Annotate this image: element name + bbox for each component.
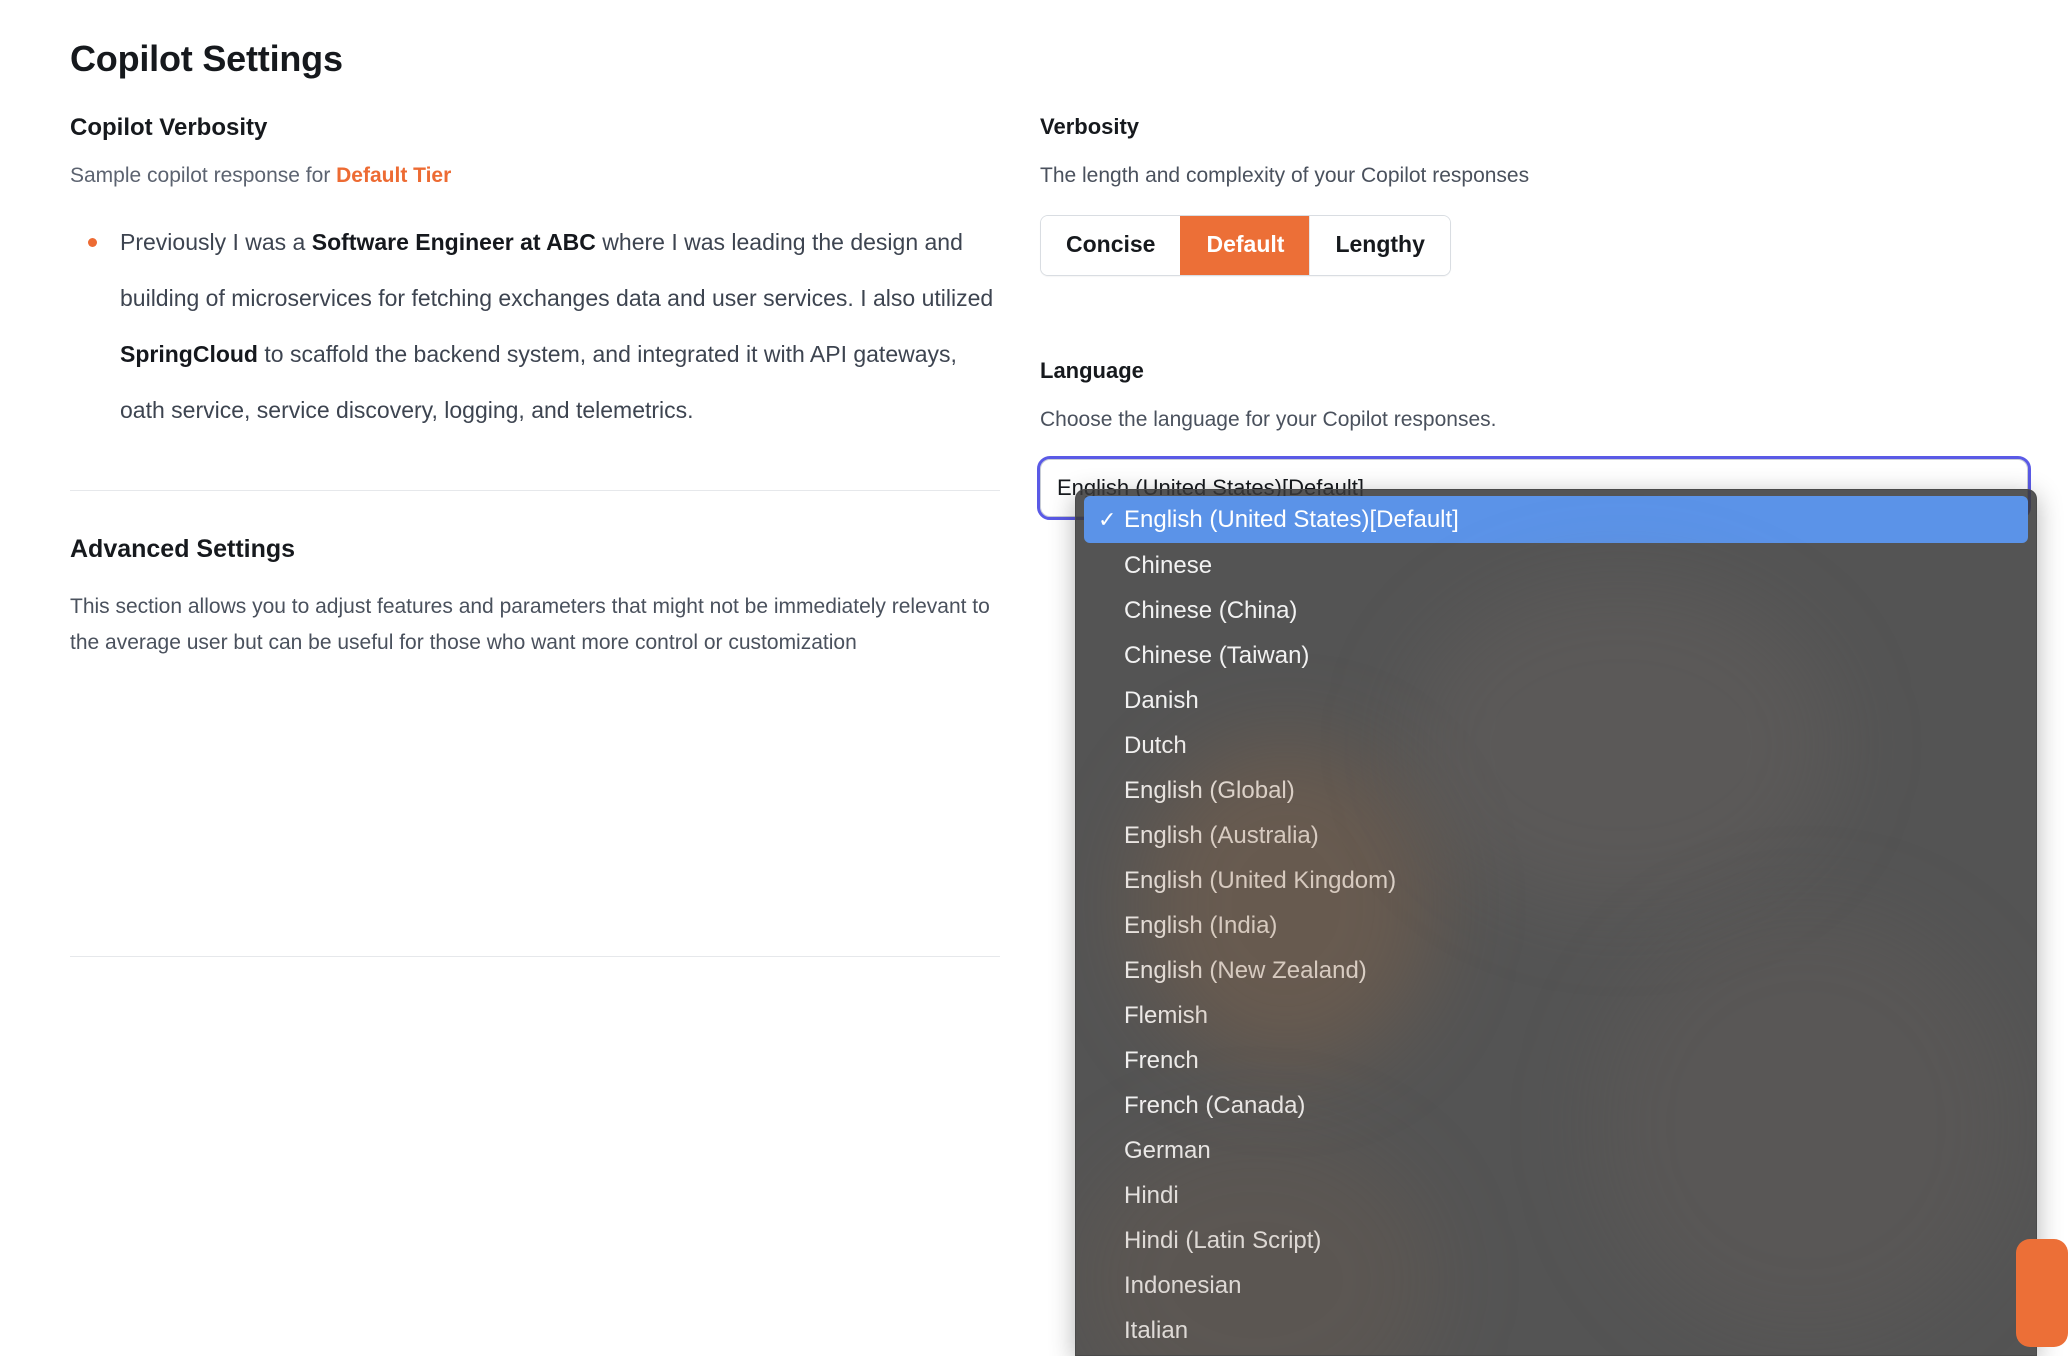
language-option[interactable]: Flemish — [1076, 993, 2036, 1038]
language-option-label: Chinese — [1124, 551, 1213, 579]
language-option[interactable]: Chinese — [1076, 543, 2036, 588]
language-label: Language — [1040, 357, 1144, 383]
language-option[interactable]: Chinese (Taiwan) — [1076, 633, 2036, 678]
verbosity-option-lengthy[interactable]: Lengthy — [1309, 216, 1450, 275]
bullet-text-part-1: Previously I was a — [120, 229, 312, 255]
language-option[interactable]: English (New Zealand) — [1076, 948, 2036, 993]
sample-response-prefix: Sample copilot response for — [70, 164, 337, 187]
language-option-label: German — [1124, 1136, 1211, 1164]
language-option[interactable]: Hindi — [1076, 1173, 2036, 1218]
language-option[interactable]: Dutch — [1076, 723, 2036, 768]
language-option[interactable]: English (Australia) — [1076, 813, 2036, 858]
language-dropdown-popup[interactable]: ✓ English (United States)[Default] Chinese… — [1075, 489, 2037, 1356]
language-option-label: Danish — [1124, 686, 1199, 714]
copilot-verbosity-heading: Copilot Verbosity — [70, 114, 268, 141]
sample-response-caption: Sample copilot response for Default Tier — [70, 164, 1000, 188]
verbosity-field: Verbosity The length and complexity of y… — [1040, 114, 2028, 276]
tier-badge-text: Default Tier — [336, 164, 452, 187]
verbosity-segmented-control[interactable]: Concise Default Lengthy — [1040, 215, 1451, 276]
language-option-label: Italian — [1124, 1316, 1189, 1344]
page-title: Copilot Settings — [70, 38, 343, 79]
language-option-label: Indonesian — [1124, 1271, 1242, 1299]
language-option-label: English (United Kingdom) — [1124, 866, 1397, 894]
language-option-label: Chinese (Taiwan) — [1124, 641, 1310, 669]
language-option[interactable]: English (Global) — [1076, 768, 2036, 813]
language-option-label: Flemish — [1124, 1001, 1209, 1029]
section-divider-bottom — [70, 956, 1000, 957]
language-option[interactable]: French — [1076, 1038, 2036, 1083]
language-option[interactable]: ✓ English (United States)[Default] — [1084, 496, 2028, 543]
language-option[interactable]: French (Canada) — [1076, 1083, 2036, 1128]
language-option-label: English (Global) — [1124, 776, 1295, 804]
language-option[interactable]: English (United Kingdom) — [1076, 858, 2036, 903]
verbosity-preview-column: Copilot Verbosity Sample copilot respons… — [0, 114, 1020, 957]
verbosity-option-concise[interactable]: Concise — [1041, 216, 1181, 275]
bullet-bold-tech: SpringCloud — [120, 341, 258, 367]
language-option-label: Chinese (China) — [1124, 596, 1298, 624]
language-option-label: English (Australia) — [1124, 821, 1319, 849]
bullet-bold-role: Software Engineer at ABC — [311, 229, 596, 255]
language-option-label: Hindi — [1124, 1181, 1179, 1209]
verbosity-option-default[interactable]: Default — [1180, 216, 1310, 275]
language-option-label: English (United States)[Default] — [1124, 505, 1459, 533]
language-option[interactable]: Danish — [1076, 678, 2036, 723]
advanced-settings-section: Advanced Settings This section allows yo… — [70, 491, 1000, 661]
verbosity-label: Verbosity — [1040, 114, 1140, 139]
language-option-label: English (India) — [1124, 911, 1278, 939]
language-option[interactable]: Hindi (Latin Script) — [1076, 1218, 2036, 1263]
advanced-settings-body: This section allows you to adjust featur… — [70, 595, 990, 654]
language-option-label: French (Canada) — [1124, 1091, 1306, 1119]
floating-action-button[interactable] — [2016, 1239, 2068, 1347]
language-option-label: Hindi (Latin Script) — [1124, 1226, 1322, 1254]
language-option[interactable]: English (India) — [1076, 903, 2036, 948]
advanced-settings-heading: Advanced Settings — [70, 535, 296, 563]
list-item: Previously I was a Software Engineer at … — [70, 214, 1000, 438]
verbosity-description: The length and complexity of your Copilo… — [1040, 164, 1530, 187]
settings-controls-column: Verbosity The length and complexity of y… — [1020, 114, 2068, 520]
sample-response-list: Previously I was a Software Engineer at … — [70, 214, 1000, 438]
language-option-label: Dutch — [1124, 731, 1187, 759]
language-option[interactable]: Italian — [1076, 1308, 2036, 1353]
language-option[interactable]: Indonesian — [1076, 1263, 2036, 1308]
language-option[interactable]: German — [1076, 1128, 2036, 1173]
language-description: Choose the language for your Copilot res… — [1040, 407, 1497, 431]
check-icon: ✓ — [1098, 506, 1117, 532]
language-option-label: French — [1124, 1046, 1199, 1074]
language-option[interactable]: Chinese (China) — [1076, 588, 2036, 633]
language-option-label: English (New Zealand) — [1124, 956, 1367, 984]
